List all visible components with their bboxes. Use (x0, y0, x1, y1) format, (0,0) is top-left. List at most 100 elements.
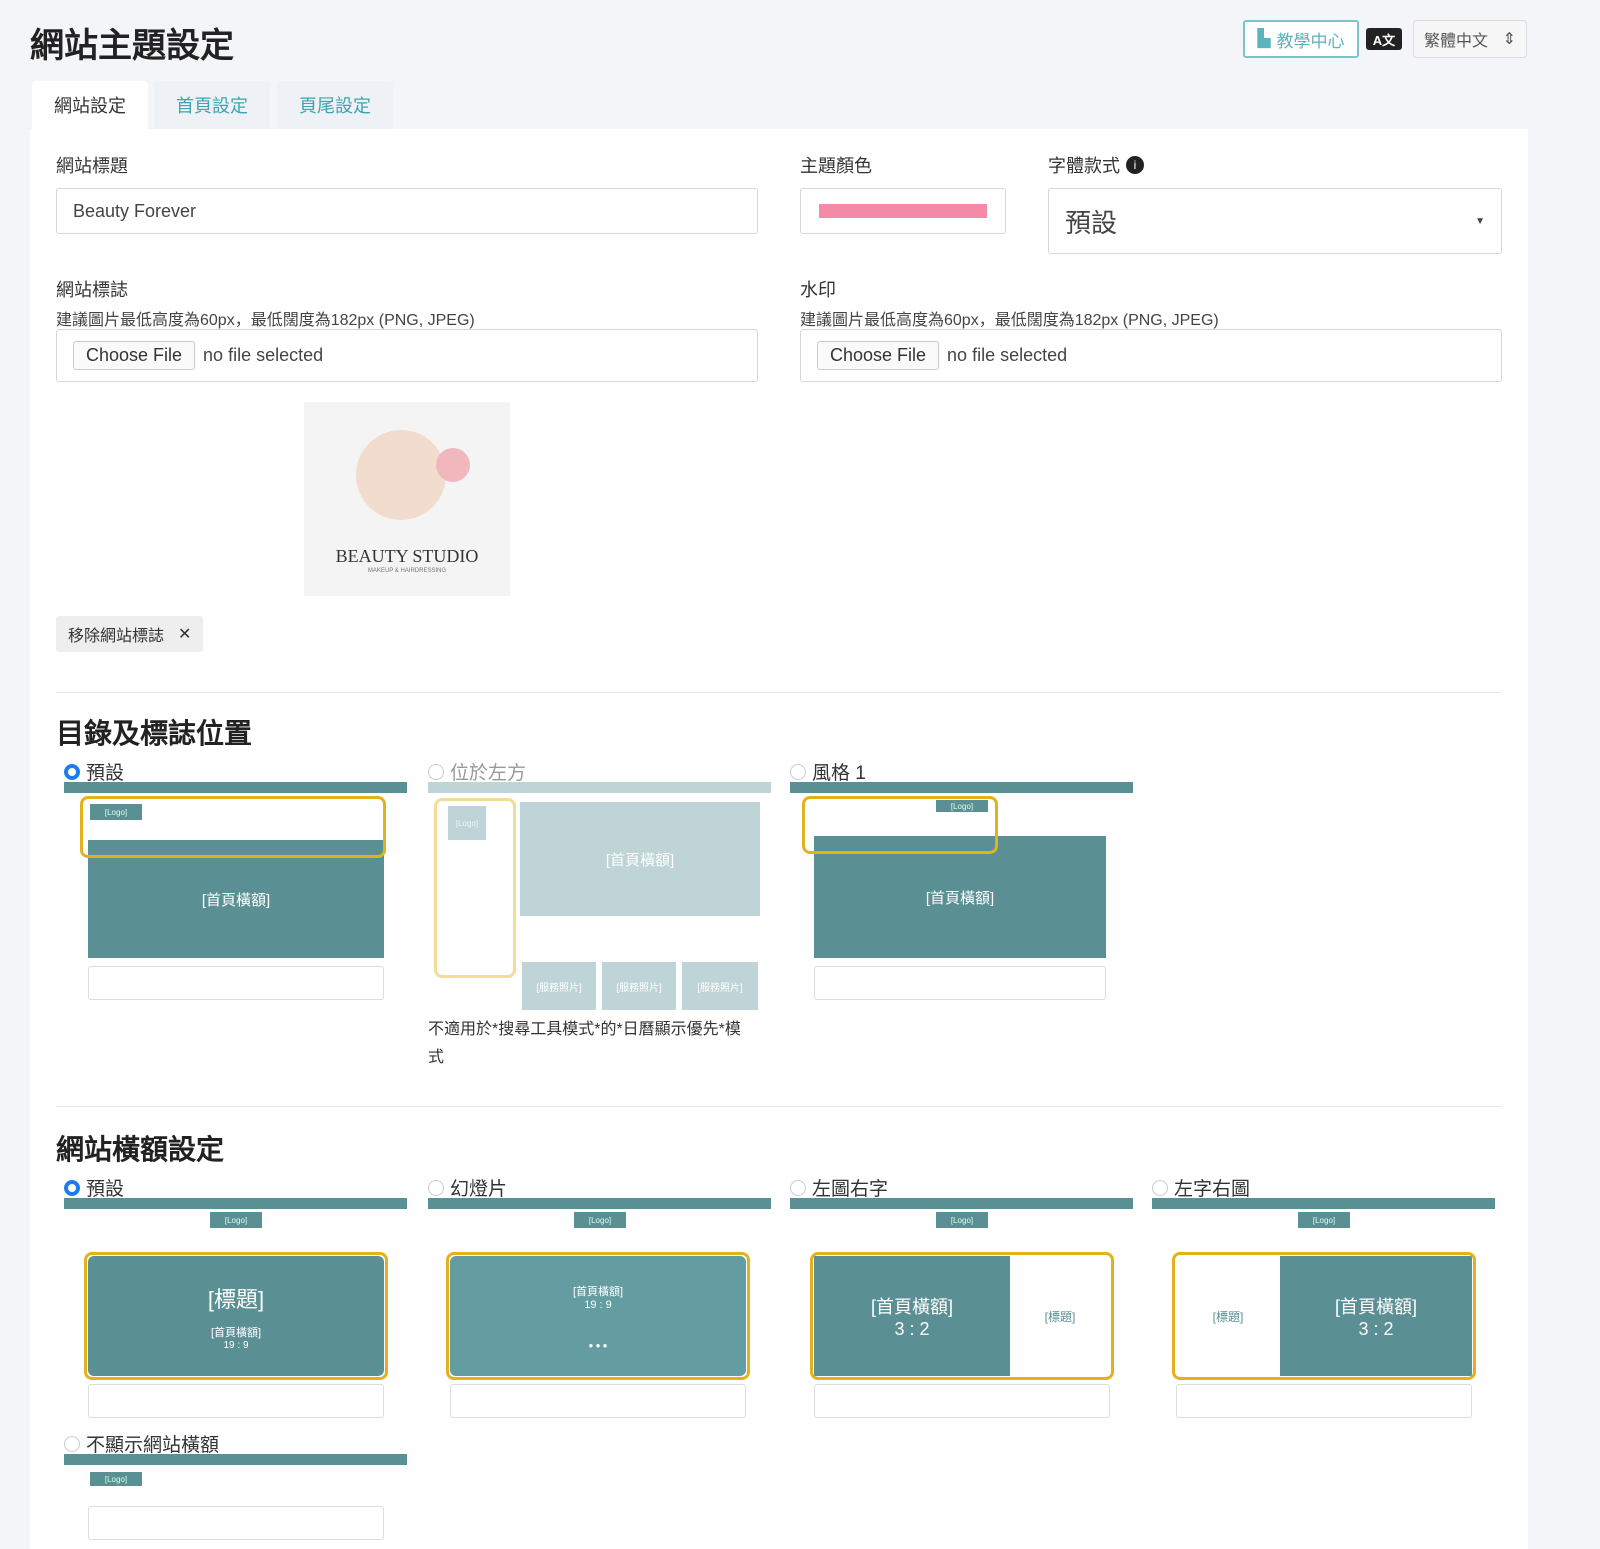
radio-banner-image-left[interactable]: 左圖右字 (790, 1174, 888, 1201)
radio-banner-default[interactable]: 預設 (64, 1174, 124, 1201)
radio-banner-text-left[interactable]: 左字右圖 (1152, 1174, 1250, 1201)
logo-text: BEAUTY STUDIO (335, 546, 479, 566)
choose-file-button[interactable]: Choose File (73, 341, 196, 370)
logo-circle-image (356, 430, 446, 520)
logo-file-input[interactable]: Choose File no file selected (56, 329, 758, 382)
thumb-banner-slideshow[interactable]: [Logo] [首頁橫額] 19 : 9 ● ● ● (428, 1198, 771, 1418)
logo-preview: BEAUTY STUDIO MAKEUP & HAIRDRESSING (304, 402, 510, 596)
logo-dot-image (436, 448, 470, 482)
menu-left-note: 不適用於*搜尋工具模式*的*日曆顯示優先*模式 (428, 1021, 741, 1066)
thumb-banner: [首頁橫額] (520, 802, 760, 916)
thumb-highlight (446, 1252, 750, 1380)
thumb-search-bar (1176, 1384, 1472, 1418)
watermark-file-input[interactable]: Choose File no file selected (800, 329, 1502, 382)
site-title-input[interactable]: Beauty Forever (56, 188, 758, 234)
thumb-topbar (428, 1198, 771, 1209)
page-title: 網站主題設定 (30, 27, 234, 65)
thumb-topbar (64, 1198, 407, 1209)
radio-label: 預設 (86, 763, 125, 784)
theme-color-picker[interactable] (800, 188, 1006, 234)
radio-banner-none[interactable]: 不顯示網站橫額 (64, 1430, 219, 1457)
radio-icon (790, 1179, 806, 1196)
logo-label: 網站標誌 (56, 280, 128, 300)
thumb-banner: [首頁橫額] (814, 836, 1106, 958)
radio-icon (64, 1179, 80, 1196)
thumb-photo: [服務照片] (602, 962, 676, 1010)
help-center-button[interactable]: ▙ 教學中心 (1243, 20, 1359, 58)
thumb-topbar (1152, 1198, 1495, 1209)
thumb-photo: [服務照片] (682, 962, 758, 1010)
divider (56, 1106, 1502, 1107)
thumb-search-bar (450, 1384, 746, 1418)
thumb-highlight (810, 1252, 1114, 1380)
thumb-banner-none[interactable]: [Logo] (64, 1454, 407, 1544)
remove-logo-button[interactable]: 移除網站標誌 ✕ (56, 616, 204, 652)
thumb-banner-default[interactable]: [Logo] [標題] [首頁橫額] 19 : 9 (64, 1198, 407, 1418)
choose-file-button[interactable]: Choose File (817, 341, 940, 370)
radio-menu-default[interactable]: 預設 (64, 758, 124, 785)
caret-down-icon: ▼ (1475, 215, 1485, 227)
thumb-highlight (80, 796, 386, 858)
thumb-topbar (790, 1198, 1133, 1209)
radio-label: 幻燈片 (450, 1179, 508, 1200)
radio-menu-style1[interactable]: 風格 1 (790, 758, 866, 785)
thumb-search-bar (88, 1384, 384, 1418)
site-title-label: 網站標題 (56, 156, 128, 176)
font-select[interactable]: 預設 ▼ (1048, 188, 1502, 254)
divider (56, 692, 1502, 693)
radio-menu-left: 位於左方 (428, 758, 526, 785)
radio-icon (64, 763, 80, 780)
help-center-label: 教學中心 (1276, 31, 1345, 51)
radio-icon (428, 1179, 444, 1196)
watermark-hint: 建議圖片最低高度為60px，最低闊度為182px (PNG, JPEG) (800, 312, 1219, 329)
language-value: 繁體中文 (1424, 33, 1489, 50)
thumb-menu-style1[interactable]: [Logo] [首頁橫額] (790, 782, 1133, 1002)
radio-label: 左圖右字 (812, 1179, 889, 1200)
thumb-logo: [Logo] (936, 1212, 988, 1228)
thumb-logo: [Logo] (90, 1472, 142, 1486)
thumb-menu-default[interactable]: [Logo] [首頁橫額] (64, 782, 407, 1002)
watermark-label: 水印 (800, 280, 836, 300)
banner-title: 網站橫額設定 (56, 1134, 225, 1165)
thumb-topbar (790, 782, 1133, 793)
logo-subtext: MAKEUP & HAIRDRESSING (367, 568, 447, 574)
tab-site-settings[interactable]: 網站設定 (32, 81, 148, 129)
thumb-logo: [Logo] (1298, 1212, 1350, 1228)
logo-hint: 建議圖片最低高度為60px，最低闊度為182px (PNG, JPEG) (56, 312, 475, 329)
thumb-topbar (64, 1454, 407, 1465)
tab-homepage-settings[interactable]: 首頁設定 (154, 81, 270, 129)
info-icon[interactable]: i (1126, 156, 1144, 174)
thumb-topbar (64, 782, 407, 793)
radio-label: 左字右圖 (1174, 1179, 1251, 1200)
radio-label: 風格 1 (812, 763, 866, 784)
font-value: 預設 (1065, 207, 1118, 238)
book-icon: ▙ (1257, 29, 1271, 48)
color-swatch (819, 204, 987, 218)
close-icon: ✕ (178, 626, 192, 643)
tab-footer-settings[interactable]: 頁尾設定 (277, 81, 393, 129)
thumb-search-bar (814, 1384, 1110, 1418)
thumb-search-bar (814, 966, 1106, 1000)
thumb-logo: [Logo] (210, 1212, 262, 1228)
thumb-photo: [服務照片] (522, 962, 596, 1010)
radio-icon (428, 763, 444, 780)
font-label: 字體款式 (1048, 156, 1120, 176)
theme-color-label: 主題顏色 (800, 156, 872, 176)
updown-icon: ⇕ (1502, 31, 1516, 48)
radio-icon (64, 1435, 80, 1452)
thumb-highlight (802, 796, 998, 854)
translate-icon[interactable]: A文 (1366, 28, 1402, 50)
thumb-banner-text-left[interactable]: [Logo] [標題] [首頁橫額] 3 : 2 (1152, 1198, 1495, 1418)
file-status: no file selected (203, 345, 324, 365)
menu-position-title: 目錄及標誌位置 (56, 718, 253, 749)
thumb-logo: [Logo] (574, 1212, 626, 1228)
file-status: no file selected (947, 345, 1068, 365)
radio-label: 位於左方 (450, 763, 527, 784)
thumb-highlight (1172, 1252, 1476, 1380)
thumb-search-bar (88, 966, 384, 1000)
language-select[interactable]: 繁體中文 ⇕ (1413, 20, 1527, 58)
remove-logo-label: 移除網站標誌 (68, 628, 165, 645)
thumb-search-bar (88, 1506, 384, 1540)
radio-banner-slideshow[interactable]: 幻燈片 (428, 1174, 507, 1201)
thumb-banner-image-left[interactable]: [Logo] [首頁橫額] 3 : 2 [標題] (790, 1198, 1133, 1418)
